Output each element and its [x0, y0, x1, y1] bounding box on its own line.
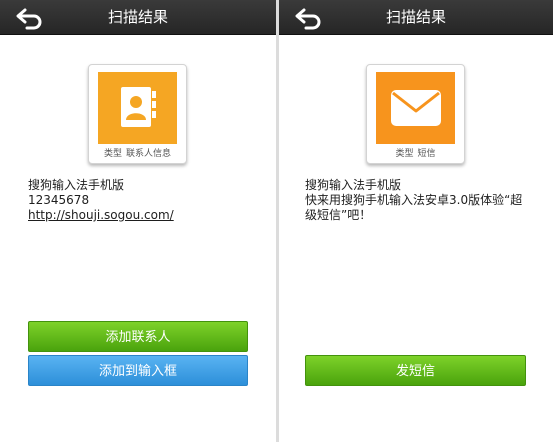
contact-url-link[interactable]: http://shouji.sogou.com/: [28, 208, 268, 223]
type-card: 类型 短信: [366, 64, 465, 164]
sms-text-line: 搜狗输入法手机版: [305, 178, 402, 192]
type-value: 短信: [417, 149, 436, 159]
send-sms-button[interactable]: 发短信: [305, 355, 526, 386]
right-screen-sms-result: 扫描结果 类型 短信 搜狗输入法手机版 快来用搜狗手机输入法安卓3.0版体验“超 …: [279, 0, 553, 442]
title-bar: 扫描结果: [0, 0, 276, 35]
contact-book-icon: [98, 72, 177, 144]
type-label: 类型: [103, 149, 122, 159]
contact-phone: 12345678: [28, 193, 90, 207]
add-contact-button[interactable]: 添加联系人: [28, 321, 248, 352]
type-caption: 类型 短信: [367, 146, 464, 159]
title-bar: 扫描结果: [279, 0, 553, 35]
scan-result-text: 搜狗输入法手机版 12345678 http://shouji.sogou.co…: [28, 178, 268, 223]
add-to-input-box-button[interactable]: 添加到输入框: [28, 355, 248, 386]
type-caption: 类型 联系人信息: [89, 146, 186, 159]
envelope-icon: [376, 72, 455, 144]
type-value: 联系人信息: [126, 149, 172, 159]
sms-text-line: 级短信”吧！: [305, 208, 372, 222]
left-screen-contact-result: 扫描结果 类型 联系人信息 搜狗输入法手机版 12345678 http://sh…: [0, 0, 276, 442]
scan-result-text: 搜狗输入法手机版 快来用搜狗手机输入法安卓3.0版体验“超 级短信”吧！: [305, 178, 537, 223]
sms-text-line: 快来用搜狗手机输入法安卓3.0版体验“超: [305, 193, 523, 207]
page-title: 扫描结果: [107, 8, 168, 26]
type-label: 类型: [395, 149, 414, 159]
contact-name: 搜狗输入法手机版: [28, 178, 125, 192]
type-card: 类型 联系人信息: [88, 64, 187, 164]
page-title: 扫描结果: [385, 8, 446, 26]
